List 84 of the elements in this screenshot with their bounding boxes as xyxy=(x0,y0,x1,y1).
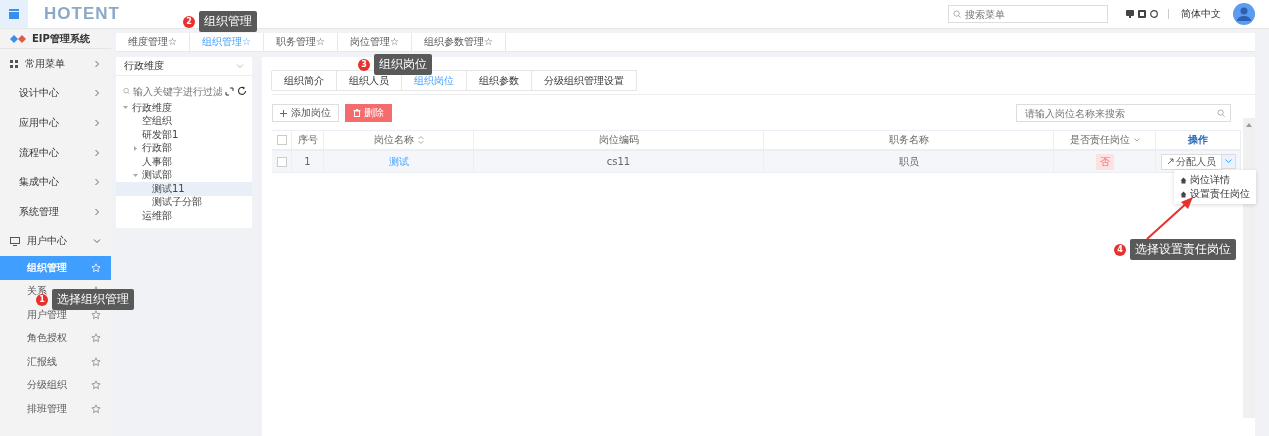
chevron-right-icon xyxy=(93,59,101,68)
chevron-right-icon xyxy=(93,89,101,98)
sidebar-menu-item[interactable]: 集成中心 xyxy=(0,167,111,197)
column-header: 岗位编码 xyxy=(598,133,639,147)
star-icon[interactable] xyxy=(91,356,101,367)
menu-search-field[interactable]: 搜索菜单 xyxy=(948,5,1108,23)
chevron-right-icon xyxy=(93,207,101,216)
status-tag: 否 xyxy=(1095,153,1114,170)
grid-icon xyxy=(10,59,18,68)
monitor-icon[interactable] xyxy=(1125,9,1135,19)
column-header: 操作 xyxy=(1188,133,1208,147)
plus-icon xyxy=(280,109,287,117)
logo-text: HOTENT xyxy=(44,4,120,24)
system-title: EIP管理系统 xyxy=(32,31,90,46)
section-tab[interactable]: 组织参数 xyxy=(466,71,532,90)
chevron-right-icon xyxy=(93,178,101,187)
avatar-icon[interactable] xyxy=(1233,3,1255,25)
column-header: 职务名称 xyxy=(888,133,929,147)
sidebar-submenu-item[interactable]: 角色授权 xyxy=(0,326,111,351)
sidebar-menu-item[interactable]: 用户中心 xyxy=(0,226,111,257)
star-icon[interactable] xyxy=(91,403,101,414)
search-icon xyxy=(123,87,130,95)
page-tab[interactable]: 职务管理☆ xyxy=(263,33,338,51)
select-all-checkbox[interactable] xyxy=(276,135,287,145)
position-search-field[interactable]: 请输入岗位名称来搜索 xyxy=(1016,104,1231,122)
sidebar-menu-item[interactable]: 系统管理 xyxy=(0,196,111,227)
column-header: 序号 xyxy=(297,133,318,147)
page-tab[interactable]: 维度管理☆ xyxy=(116,33,190,51)
window-icon xyxy=(8,8,20,20)
add-position-button[interactable]: 添加岗位 xyxy=(272,104,339,122)
sidebar-submenu-item[interactable]: 汇报线 xyxy=(0,350,111,374)
tree-node[interactable]: 测试部 xyxy=(116,168,252,182)
table-cell: 职员 xyxy=(898,154,919,169)
tree-node[interactable]: 行政维度 xyxy=(116,101,252,115)
annotation-tooltip: 选择设置责任岗位 xyxy=(1130,239,1236,260)
scroll-up-icon[interactable] xyxy=(1246,123,1252,127)
tree-node[interactable]: 空组织 xyxy=(116,114,252,128)
tree-node[interactable]: 运维部 xyxy=(116,209,252,223)
search-icon xyxy=(1217,109,1225,117)
tree-node[interactable]: 测试11 xyxy=(116,182,252,196)
fullscreen-icon[interactable] xyxy=(1137,9,1147,19)
annotation-tooltip: 组织管理 xyxy=(199,11,257,32)
sidebar-menu-item[interactable]: 设计中心 xyxy=(0,78,111,109)
star-icon[interactable] xyxy=(91,309,101,320)
row-checkbox[interactable] xyxy=(276,156,287,167)
sidebar-submenu-item[interactable]: 排班管理 xyxy=(0,397,111,421)
chevron-right-icon xyxy=(93,119,101,127)
tree-node[interactable]: 研发部1 xyxy=(116,128,252,142)
monitor-icon xyxy=(10,236,20,246)
star-icon[interactable] xyxy=(91,333,101,344)
sidebar-menu-item[interactable]: 常用菜单 xyxy=(0,49,111,79)
dimension-select[interactable]: 行政维度 xyxy=(116,57,252,76)
sidebar-menu-item[interactable]: 流程中心 xyxy=(0,137,111,168)
column-header: 是否责任岗位 xyxy=(1069,133,1130,147)
star-icon[interactable] xyxy=(91,380,101,391)
sidebar-menu-item[interactable]: 应用中心 xyxy=(0,108,111,138)
chevron-right-icon xyxy=(93,148,101,157)
trash-icon xyxy=(353,109,361,117)
section-tab[interactable]: 分级组织管理设置 xyxy=(531,71,637,90)
annotation-tooltip: 组织岗位 xyxy=(374,54,432,75)
page-tab[interactable]: 组织参数管理☆ xyxy=(411,33,506,51)
table-cell: cs11 xyxy=(606,156,631,167)
tree-node[interactable]: 测试子分部 xyxy=(116,195,252,209)
dropdown-menu-item[interactable]: 设置责任岗位 xyxy=(1180,187,1250,201)
language-label[interactable]: 简体中文 xyxy=(1181,7,1221,21)
diamond-logo-icon xyxy=(10,34,26,43)
search-icon xyxy=(953,10,961,18)
table-cell: 1 xyxy=(304,156,311,167)
menu-button[interactable] xyxy=(0,0,28,28)
sidebar-submenu-item[interactable]: 分级组织 xyxy=(0,373,111,398)
chevron-down-icon xyxy=(236,63,244,69)
chevron-down-icon xyxy=(93,237,101,246)
annotation-tooltip: 选择组织管理 xyxy=(52,289,134,310)
chevron-down-icon xyxy=(1224,158,1232,164)
dropdown-menu-item[interactable]: 岗位详情 xyxy=(1180,173,1250,187)
assign-staff-button[interactable]: 分配人员 xyxy=(1160,153,1222,170)
chevron-down-icon[interactable] xyxy=(1133,138,1140,142)
tree-node[interactable]: 人事部 xyxy=(116,155,252,169)
column-header[interactable]: 岗位名称 xyxy=(373,133,414,147)
page-tab[interactable]: 岗位管理☆ xyxy=(337,33,412,51)
tree-node[interactable]: 行政部 xyxy=(116,141,252,155)
section-tab[interactable]: 组织简介 xyxy=(271,71,337,90)
link-icon xyxy=(1166,158,1174,165)
sort-icon[interactable] xyxy=(417,136,424,144)
